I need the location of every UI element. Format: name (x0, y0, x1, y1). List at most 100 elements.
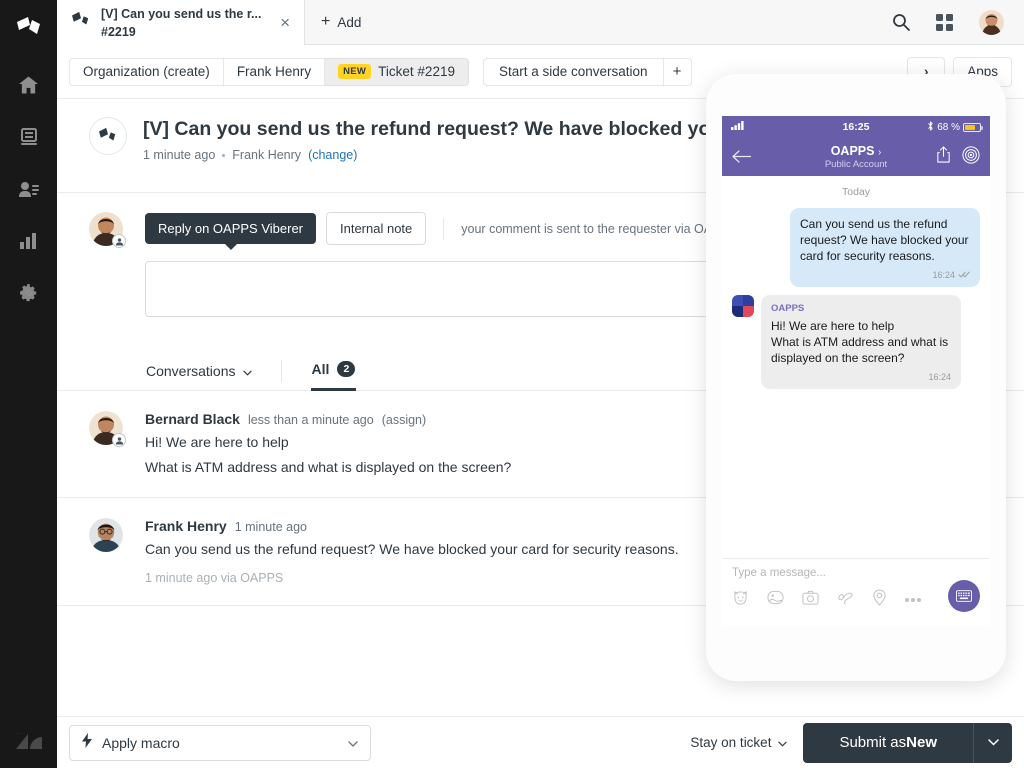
double-check-icon (958, 267, 970, 283)
plus-icon: + (321, 13, 330, 31)
add-tab-label: Add (337, 15, 361, 30)
breadcrumb: Organization (create) Frank Henry NEW Ti… (69, 58, 469, 86)
submit-options-chevron-down-icon[interactable] (974, 723, 1012, 763)
start-side-conversation-button[interactable]: Start a side conversation (483, 58, 664, 86)
tab-all-label: All (312, 361, 330, 377)
lightning-icon (82, 733, 92, 753)
chevron-down-icon (348, 734, 358, 752)
agent-badge-icon (112, 433, 126, 447)
ticket-created-time: 1 minute ago (143, 148, 215, 162)
customers-icon (19, 181, 39, 197)
views-list-icon (20, 128, 38, 146)
gear-icon (20, 284, 38, 302)
chat-bubble-incoming: OAPPS Hi! We are here to help What is AT… (761, 295, 961, 389)
share-icon[interactable] (936, 146, 951, 168)
viber-phone-preview: 16:25 68 % OAPPS › Public Account (706, 74, 1006, 681)
chat-bubble-time: 16:24 (932, 267, 955, 283)
avatar (89, 518, 123, 552)
conversations-dropdown[interactable]: Conversations (146, 363, 252, 379)
search-icon[interactable] (892, 13, 910, 31)
composer-avatar (89, 212, 123, 246)
ticket-tab-number: #2219 (101, 25, 136, 39)
message-input[interactable]: Type a message... (732, 567, 980, 579)
apply-macro-label: Apply macro (102, 735, 338, 751)
sidebar-item-reporting[interactable] (14, 228, 44, 254)
breadcrumb-label: Ticket #2219 (378, 64, 455, 79)
breadcrumb-user[interactable]: Frank Henry (224, 58, 325, 86)
camera-icon[interactable] (802, 590, 819, 611)
back-arrow-icon[interactable] (732, 148, 751, 166)
submit-status: New (906, 734, 937, 751)
chat-bubble-meta: 16:24 (800, 267, 970, 283)
submit-button-group: Submit as New (803, 723, 1012, 763)
top-bar-actions (892, 0, 1024, 44)
more-dots-icon[interactable] (905, 598, 921, 602)
event-header: Frank Henry 1 minute ago (145, 518, 679, 534)
sidebar-item-admin[interactable] (14, 280, 44, 306)
apply-macro-dropdown[interactable]: Apply macro (69, 725, 371, 761)
reply-channel-button[interactable]: Reply on OAPPS Viberer (145, 213, 316, 244)
ticket-tab[interactable]: [V] Can you send us the r... #2219 × (57, 0, 305, 45)
grid-apps-icon[interactable] (936, 14, 953, 31)
submit-button[interactable]: Submit as New (803, 723, 974, 763)
conversations-dropdown-label: Conversations (146, 363, 236, 379)
internal-note-button[interactable]: Internal note (326, 212, 426, 245)
tab-all[interactable]: All 2 (311, 351, 357, 391)
event-body: Frank Henry 1 minute ago Can you send us… (145, 518, 679, 585)
ticket-mark-icon (71, 11, 91, 34)
breadcrumb-label: Frank Henry (237, 64, 311, 79)
top-tab-bar: [V] Can you send us the r... #2219 × + A… (57, 0, 1024, 45)
avatar[interactable] (979, 10, 1004, 35)
stay-on-ticket-label: Stay on ticket (690, 735, 771, 750)
zendesk-z-icon (0, 730, 57, 754)
ticket-tab-text: [V] Can you send us the r... #2219 (101, 5, 266, 41)
chat-bubble-text: Can you send us the refund request? We h… (800, 217, 969, 263)
assign-link[interactable]: (assign) (382, 413, 426, 427)
phone-message-input-bar: Type a message... (722, 558, 990, 626)
stay-on-ticket-dropdown[interactable]: Stay on ticket (690, 735, 787, 750)
breadcrumb-label: Organization (create) (83, 64, 210, 79)
sidebar-item-customers[interactable] (14, 176, 44, 202)
event-text-line: What is ATM address and what is displaye… (145, 457, 511, 477)
event-via-footer: 1 minute ago via OAPPS (145, 571, 679, 585)
event-body: Bernard Black less than a minute ago (as… (145, 411, 511, 477)
viber-logo-icon[interactable] (962, 146, 980, 169)
submit-prefix: Submit as (839, 734, 906, 751)
breadcrumb-ticket[interactable]: NEW Ticket #2219 (325, 58, 469, 86)
change-requester-link[interactable]: (change) (308, 148, 357, 162)
sticker-cat-icon[interactable] (732, 589, 749, 611)
chat-bubble-outgoing: Can you send us the refund request? We h… (790, 208, 980, 287)
add-tab-button[interactable]: + Add (305, 0, 377, 44)
breadcrumb-organization[interactable]: Organization (create) (69, 58, 224, 86)
composer-hint: your comment is sent to the requester vi… (443, 218, 737, 240)
rail-nav-items (14, 72, 44, 306)
phone-input-icons (732, 589, 980, 611)
sidebar-item-home[interactable] (14, 72, 44, 98)
phone-nav-actions (936, 146, 980, 169)
location-pin-icon[interactable] (872, 589, 887, 611)
phone-screen: 16:25 68 % OAPPS › Public Account (722, 116, 990, 626)
phone-status-bar: 16:25 68 % (722, 116, 990, 138)
chat-bubble-sender: OAPPS (771, 301, 951, 317)
event-author: Frank Henry (145, 518, 227, 534)
phone-nav-bar: OAPPS › Public Account (722, 138, 990, 176)
keyboard-icon[interactable] (948, 580, 980, 612)
event-author: Bernard Black (145, 411, 240, 427)
chat-bubble-time: 16:24 (771, 369, 951, 385)
doodle-icon[interactable] (837, 590, 854, 611)
gallery-icon[interactable] (767, 589, 784, 611)
event-text-line: Hi! We are here to help (145, 432, 511, 452)
ticket-header-meta: [V] Can you send us the refund request? … (143, 117, 730, 192)
battery-icon (963, 123, 981, 132)
zendesk-mark-icon[interactable] (15, 12, 43, 46)
side-conversation-plus-icon[interactable]: + (664, 58, 692, 86)
close-icon[interactable]: × (276, 14, 294, 31)
side-conversation-group: Start a side conversation + (483, 58, 692, 86)
divider (281, 360, 282, 382)
chat-day-divider: Today (732, 186, 980, 198)
status-badge: NEW (338, 64, 371, 79)
event-text-line: Can you send us the refund request? We h… (145, 539, 679, 559)
page-title: [V] Can you send us the refund request? … (143, 117, 730, 141)
footer-right-actions: Stay on ticket Submit as New (690, 723, 1012, 763)
sidebar-item-views[interactable] (14, 124, 44, 150)
